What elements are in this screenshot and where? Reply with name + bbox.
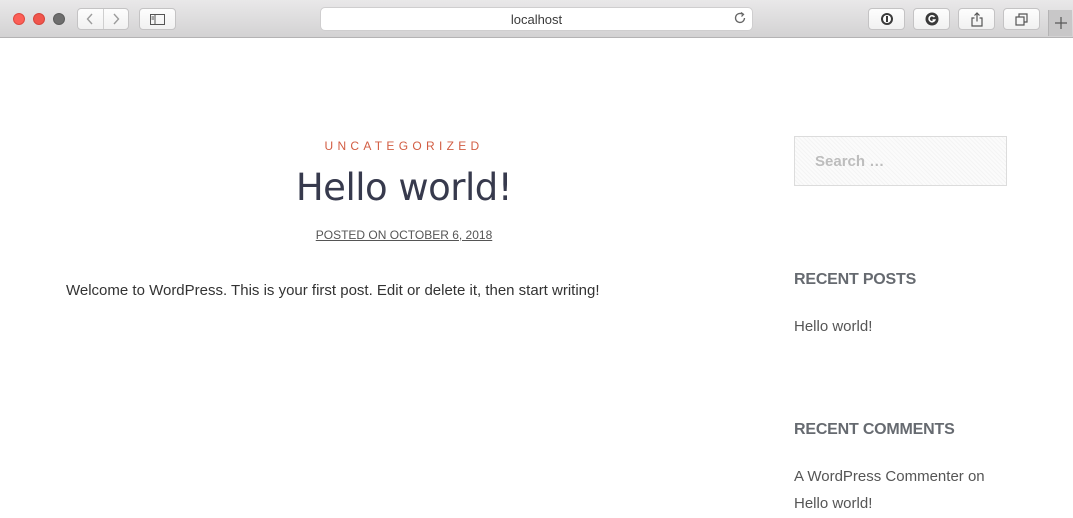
chevron-left-icon: [86, 13, 93, 25]
minimize-window-button[interactable]: [33, 13, 45, 25]
password-manager-icon: [880, 13, 893, 25]
recent-posts-heading: RECENT POSTS: [794, 271, 917, 288]
comment-on-text: on: [967, 468, 985, 485]
grammarly-button[interactable]: [913, 8, 950, 30]
recent-comments-heading: RECENT COMMENTS: [794, 421, 955, 438]
reload-button[interactable]: [733, 11, 747, 30]
browser-toolbar: localhost: [0, 0, 1073, 38]
address-bar[interactable]: localhost: [320, 7, 753, 31]
tabs-overview-icon: [1015, 12, 1028, 26]
post-title[interactable]: Hello world!: [0, 166, 808, 209]
sidebar-toggle-button[interactable]: [139, 8, 176, 30]
plus-icon: [1054, 17, 1067, 29]
tabs-overview-button[interactable]: [1003, 8, 1040, 30]
zoom-window-button[interactable]: [53, 13, 65, 25]
new-tab-button[interactable]: [1048, 10, 1072, 36]
search-input[interactable]: [794, 136, 1007, 186]
recent-comment-item: A WordPress Commenter on: [794, 468, 985, 485]
post-date-link[interactable]: POSTED ON OCTOBER 6, 2018: [0, 228, 808, 242]
comment-author-link[interactable]: A WordPress Commenter: [794, 468, 964, 485]
forward-button[interactable]: [102, 9, 129, 29]
post-category-link[interactable]: UNCATEGORIZED: [0, 139, 808, 153]
share-icon: [970, 11, 983, 27]
back-button[interactable]: [78, 9, 103, 29]
post-body: Welcome to WordPress. This is your first…: [66, 282, 600, 299]
share-button[interactable]: [958, 8, 995, 30]
chevron-right-icon: [113, 13, 120, 25]
address-text: localhost: [510, 11, 563, 27]
grammarly-icon: [925, 12, 938, 26]
close-window-button[interactable]: [13, 13, 25, 25]
password-manager-button[interactable]: [868, 8, 905, 30]
recent-post-link[interactable]: Hello world!: [794, 318, 872, 335]
nav-button-group: [77, 8, 129, 30]
comment-post-link[interactable]: Hello world!: [794, 495, 872, 512]
reload-icon: [734, 11, 746, 24]
sidebar-icon: [150, 13, 165, 25]
